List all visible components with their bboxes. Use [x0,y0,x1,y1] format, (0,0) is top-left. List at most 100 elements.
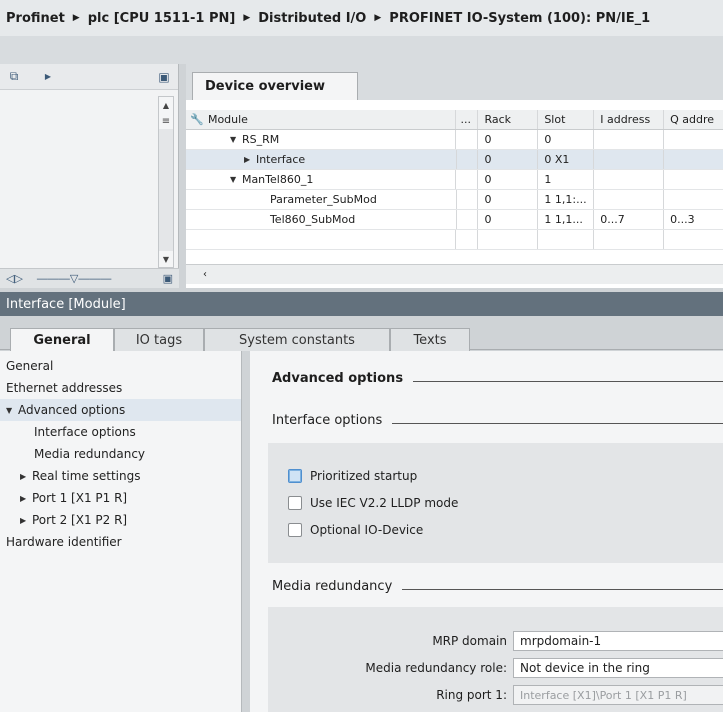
module-cell[interactable]: ▶ Interface [208,150,456,169]
i-address-cell [593,230,663,249]
breadcrumb-item[interactable]: Profinet [6,11,65,26]
expand-arrow-icon[interactable]: ▶ [244,155,256,164]
tree-item-label: General [6,359,54,373]
breadcrumb-item[interactable]: plc [CPU 1511-1 PN] [88,11,236,26]
tree-item-label: Interface options [34,425,136,439]
tree-item[interactable]: Ethernet addresses [0,377,241,399]
q-address-cell [663,190,723,209]
optional-io-device-checkbox[interactable]: Optional IO-Device [288,523,423,537]
expand-arrow-icon[interactable]: ▶ [40,69,56,85]
scroll-left-icon[interactable]: ‹ [196,265,214,283]
tree-expander-icon[interactable]: ▶ [20,472,32,481]
col-rack[interactable]: Rack [477,110,537,129]
tab-system-constants[interactable]: System constants [204,328,390,351]
section-title: Media redundancy [272,579,393,594]
scroll-down-icon[interactable]: ▼ [159,251,173,267]
table-row[interactable]: ▼ ManTel860_1 0 1 [186,170,723,190]
media-role-select[interactable]: Not device in the ring [513,658,723,678]
tree-item[interactable]: ▼ Advanced options [0,399,241,421]
col-module[interactable]: Module [208,110,456,129]
interface-options-panel: Prioritized startup Use IEC V2.2 LLDP mo… [268,443,723,563]
module-cell[interactable] [208,230,456,249]
overview-icon[interactable]: ▣ [163,272,173,285]
rack-cell: 0 [477,150,537,169]
device-table: 🔧 Module ... Rack Slot I address Q addre… [186,110,723,250]
module-name: ManTel860_1 [241,173,314,186]
zoom-slider[interactable]: ―――▽――― [37,272,111,285]
expand-arrow-icon[interactable]: ▼ [230,175,242,184]
collapse-icon[interactable]: ◁▷ [6,272,23,285]
table-row[interactable]: Tel860_SubMod 0 1 1,1... 0...7 0...3 [186,210,723,230]
rack-cell: 0 [477,170,537,189]
window-icon[interactable]: ▣ [156,69,172,85]
tree-item-label: Port 1 [X1 P1 R] [32,491,128,505]
checkbox-box[interactable] [288,469,302,483]
module-filter-icon[interactable]: 🔧 [186,110,208,129]
more-cell [455,210,478,229]
device-overview-tabbar: Device overview [186,64,723,100]
scroll-menu-icon[interactable]: ≡ [159,113,173,129]
module-cell[interactable]: ▼ ManTel860_1 [208,170,456,189]
module-cell[interactable]: Tel860_SubMod [208,210,456,229]
mrp-domain-row: MRP domain mrpdomain-1 [268,631,723,651]
tab-general[interactable]: General [10,328,114,352]
tree-item[interactable]: ▶ Port 1 [X1 P1 R] [0,487,241,509]
tab-io-tags[interactable]: IO tags [114,328,204,351]
lldp-mode-checkbox[interactable]: Use IEC V2.2 LLDP mode [288,496,458,510]
tree-item-label: Media redundancy [34,447,146,461]
inspector-title: Interface [Module] [0,292,723,316]
rack-cell [477,230,537,249]
tree-item-label: Real time settings [32,469,141,483]
tree-expander-icon[interactable]: ▼ [6,406,18,415]
table-row[interactable]: ▼ RS_RM 0 0 [186,130,723,150]
row-gutter [186,230,208,249]
breadcrumb-item[interactable]: PROFINET IO-System (100): PN/IE_1 [389,11,650,26]
left-pane-footer: ◁▷ ―――▽――― ▣ [0,268,179,288]
module-cell[interactable]: ▼ RS_RM [208,130,456,149]
row-gutter [186,170,208,189]
more-cell [455,150,478,169]
tab-device-overview[interactable]: Device overview [192,72,358,100]
chevron-right-icon: ▶ [72,13,80,23]
ring-port-label: Ring port 1: [436,688,507,702]
table-row[interactable] [186,230,723,250]
table-row[interactable]: Parameter_SubMod 0 1 1,1:... [186,190,723,210]
module-name: Tel860_SubMod [269,213,356,226]
col-slot[interactable]: Slot [537,110,593,129]
mrp-domain-label: MRP domain [432,634,507,648]
col-more[interactable]: ... [455,110,477,129]
checkbox-box[interactable] [288,496,302,510]
tab-texts[interactable]: Texts [390,328,470,351]
row-gutter [186,150,208,169]
tree-item[interactable]: ▶ Port 2 [X1 P2 R] [0,509,241,531]
table-row[interactable]: ▶ Interface 0 0 X1 [186,150,723,170]
vertical-scrollbar[interactable]: ▲ ≡ ▼ [158,96,174,268]
q-address-cell [663,230,723,249]
checkbox-label: Use IEC V2.2 LLDP mode [310,496,459,510]
ring-port-select[interactable]: Interface [X1]\Port 1 [X1 P1 R] [513,685,723,705]
tree-item[interactable]: Media redundancy [0,443,241,465]
tree-expander-icon[interactable]: ▶ [20,516,32,525]
horizontal-scrollbar[interactable]: ‹ [186,264,723,284]
tree-item[interactable]: ▶ Real time settings [0,465,241,487]
checkbox-box[interactable] [288,523,302,537]
media-role-label: Media redundancy role: [365,661,507,675]
tree-item[interactable]: Hardware identifier [0,531,241,553]
scroll-up-icon[interactable]: ▲ [159,97,173,113]
col-i-address[interactable]: I address [593,110,663,129]
section-title: Interface options [272,413,383,428]
i-address-cell [593,190,663,209]
breadcrumb-item[interactable]: Distributed I/O [258,11,366,26]
tree-item[interactable]: General [0,355,241,377]
prioritized-startup-checkbox[interactable]: Prioritized startup [288,469,417,483]
col-q-address[interactable]: Q addre [663,110,723,129]
expand-arrow-icon[interactable]: ▼ [230,135,242,144]
tree-expander-icon[interactable]: ▶ [20,494,32,503]
module-cell[interactable]: Parameter_SubMod [208,190,456,209]
q-address-cell [663,130,723,149]
tree-item-label: Hardware identifier [6,535,122,549]
mrp-domain-select[interactable]: mrpdomain-1 [513,631,723,651]
section-advanced-options: Advanced options [272,371,723,386]
network-device-icon[interactable]: ⧉ [6,69,22,85]
tree-item[interactable]: Interface options [0,421,241,443]
